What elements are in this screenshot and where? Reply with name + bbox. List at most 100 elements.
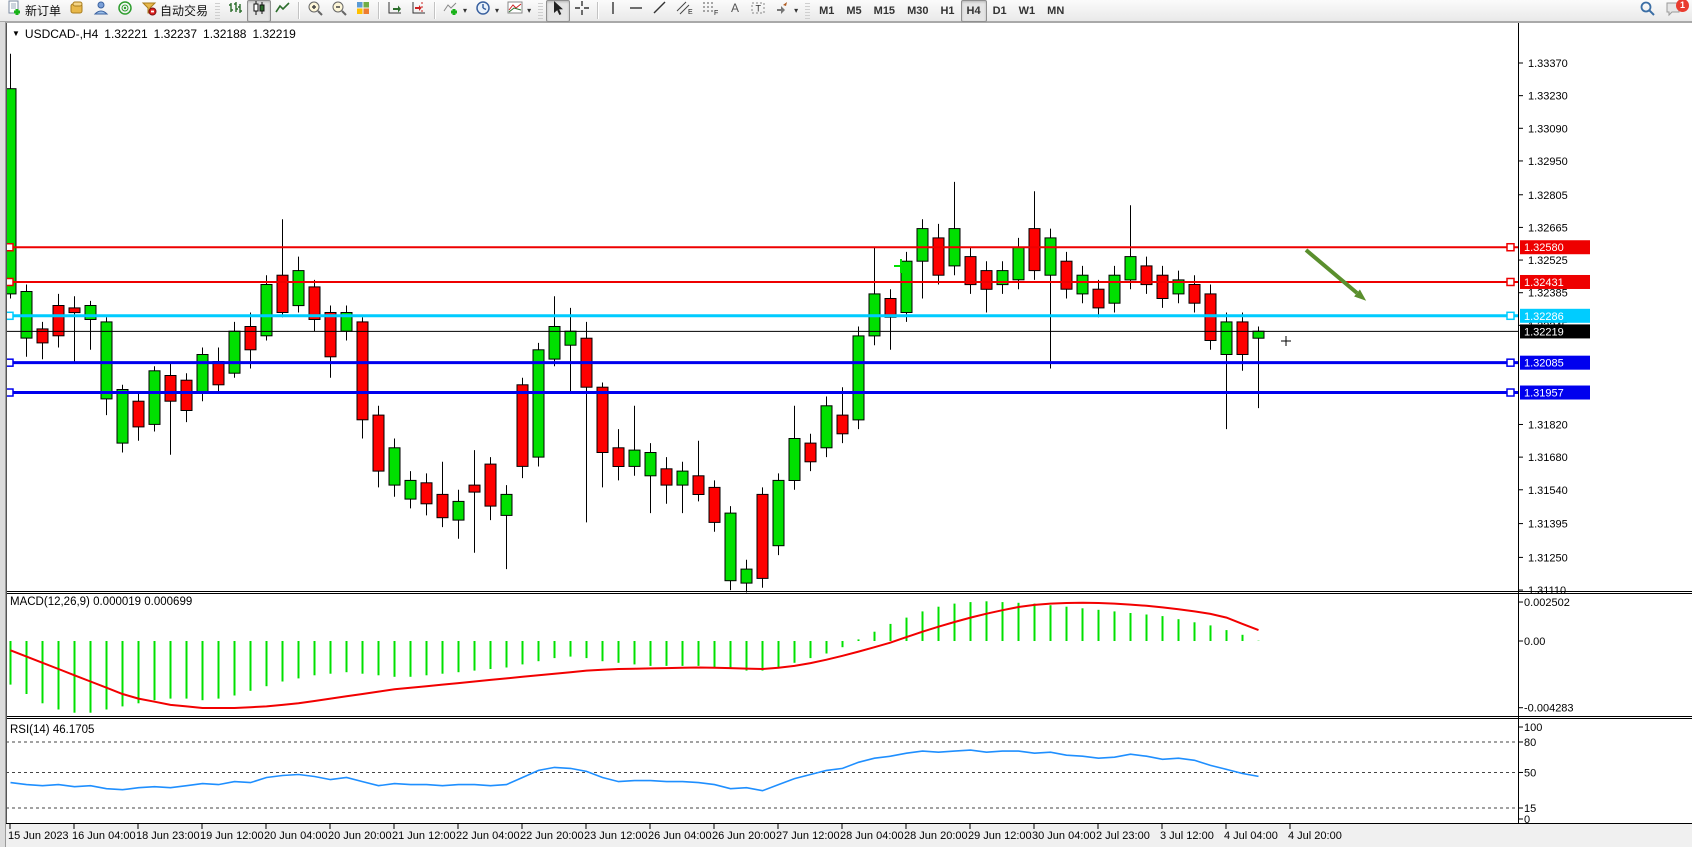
candle[interactable] xyxy=(277,275,288,312)
auto-scroll-button[interactable] xyxy=(383,0,407,22)
candle[interactable] xyxy=(533,350,544,457)
candle[interactable] xyxy=(133,401,144,427)
candle[interactable] xyxy=(69,308,80,313)
line-anchor[interactable] xyxy=(6,359,13,366)
candle[interactable] xyxy=(1109,275,1120,303)
hline-button[interactable] xyxy=(624,0,648,22)
candle[interactable] xyxy=(165,376,176,402)
crosshair-button[interactable] xyxy=(570,0,594,22)
line-chart-button[interactable] xyxy=(271,0,295,22)
candle[interactable] xyxy=(1013,247,1024,280)
notifications-button[interactable]: 1 xyxy=(1660,0,1686,22)
new-order-button[interactable]: 新订单 xyxy=(2,0,65,22)
candle[interactable] xyxy=(1221,322,1232,355)
candle[interactable] xyxy=(1253,331,1264,338)
line-anchor[interactable] xyxy=(1507,244,1514,251)
timeframe-h4-button[interactable]: H4 xyxy=(961,0,987,22)
candle[interactable] xyxy=(837,415,848,434)
candle[interactable] xyxy=(1077,275,1088,294)
candle[interactable] xyxy=(1237,322,1248,355)
candle[interactable] xyxy=(725,513,736,581)
candle[interactable] xyxy=(917,229,928,262)
template-button[interactable]: ▾ xyxy=(503,0,535,22)
line-anchor[interactable] xyxy=(1507,359,1514,366)
line-anchor[interactable] xyxy=(1507,312,1514,319)
candle[interactable] xyxy=(405,480,416,499)
candle[interactable] xyxy=(629,450,640,466)
search-button[interactable] xyxy=(1635,0,1660,22)
candle[interactable] xyxy=(229,331,240,373)
periods-button[interactable]: ▾ xyxy=(471,0,503,22)
candle[interactable] xyxy=(1093,289,1104,308)
profile-button[interactable] xyxy=(89,0,113,22)
timeframe-m30-button[interactable]: M30 xyxy=(901,0,934,22)
candle[interactable] xyxy=(149,371,160,425)
autotrading-button[interactable]: 自动交易 xyxy=(137,0,212,22)
candle[interactable] xyxy=(1125,257,1136,280)
chart-canvas[interactable]: 1.333701.332301.330901.329501.328051.326… xyxy=(0,0,1692,847)
vline-button[interactable] xyxy=(602,0,624,22)
candle[interactable] xyxy=(709,487,720,522)
fibonacci-button[interactable]: F xyxy=(698,0,724,22)
candle[interactable] xyxy=(789,439,800,481)
candle[interactable] xyxy=(1189,285,1200,304)
candle[interactable] xyxy=(485,464,496,506)
shapes-button[interactable]: ▾ xyxy=(770,0,802,22)
channel-button[interactable]: E xyxy=(672,0,698,22)
label-button[interactable]: T xyxy=(746,0,770,22)
timeframe-h1-button[interactable]: H1 xyxy=(934,0,960,22)
timeframe-mn-button[interactable]: MN xyxy=(1041,0,1070,22)
candle[interactable] xyxy=(597,387,608,452)
tile-windows-button[interactable] xyxy=(351,0,375,22)
candle[interactable] xyxy=(517,385,528,467)
trend-arrow[interactable] xyxy=(1306,250,1357,293)
candle[interactable] xyxy=(197,355,208,392)
zoom-out-button[interactable] xyxy=(327,0,351,22)
line-anchor[interactable] xyxy=(6,389,13,396)
candle[interactable] xyxy=(85,306,96,320)
candle[interactable] xyxy=(421,483,432,504)
candle[interactable] xyxy=(1045,238,1056,275)
candle[interactable] xyxy=(805,443,816,462)
indicators-button[interactable]: ▾ xyxy=(439,0,471,22)
timeframe-m15-button[interactable]: M15 xyxy=(868,0,901,22)
candlestick-chart-button[interactable] xyxy=(247,0,271,22)
chart-shift-button[interactable] xyxy=(407,0,431,22)
timeframe-w1-button[interactable]: W1 xyxy=(1013,0,1042,22)
candle[interactable] xyxy=(645,453,656,476)
timeframe-d1-button[interactable]: D1 xyxy=(987,0,1013,22)
candle[interactable] xyxy=(965,257,976,285)
candle[interactable] xyxy=(389,448,400,485)
candle[interactable] xyxy=(181,380,192,410)
line-anchor[interactable] xyxy=(1507,278,1514,285)
candle[interactable] xyxy=(1157,275,1168,298)
zoom-in-button[interactable] xyxy=(303,0,327,22)
candle[interactable] xyxy=(853,336,864,420)
candle[interactable] xyxy=(1061,261,1072,289)
candle[interactable] xyxy=(773,480,784,545)
candle[interactable] xyxy=(1029,229,1040,271)
candle[interactable] xyxy=(261,285,272,336)
candle[interactable] xyxy=(693,476,704,495)
candle[interactable] xyxy=(677,471,688,485)
candle[interactable] xyxy=(565,331,576,345)
candle[interactable] xyxy=(437,494,448,517)
line-anchor[interactable] xyxy=(1507,389,1514,396)
yellow-cube-button[interactable] xyxy=(65,0,89,22)
timeframe-m5-button[interactable]: M5 xyxy=(840,0,867,22)
candle[interactable] xyxy=(101,322,112,399)
candle[interactable] xyxy=(117,390,128,444)
line-anchor[interactable] xyxy=(6,312,13,319)
candle[interactable] xyxy=(453,501,464,520)
cursor-button[interactable] xyxy=(546,0,570,22)
candle[interactable] xyxy=(245,327,256,350)
candle[interactable] xyxy=(373,415,384,471)
candle[interactable] xyxy=(325,313,336,357)
candle[interactable] xyxy=(501,494,512,515)
candle[interactable] xyxy=(933,238,944,275)
line-anchor[interactable] xyxy=(6,244,13,251)
candle[interactable] xyxy=(757,494,768,578)
candle[interactable] xyxy=(213,362,224,385)
candle[interactable] xyxy=(981,271,992,290)
candle[interactable] xyxy=(821,406,832,448)
